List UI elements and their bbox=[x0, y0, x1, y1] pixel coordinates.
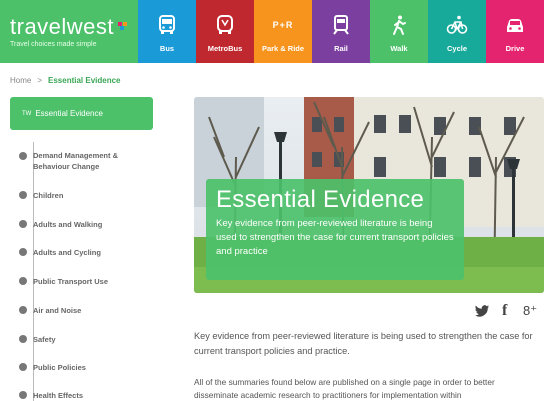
train-icon bbox=[333, 15, 349, 35]
tw-badge: TW bbox=[22, 110, 32, 117]
twitter-icon[interactable] bbox=[474, 303, 490, 319]
bullet-icon bbox=[19, 306, 27, 314]
sidebar-item-label: Health Effects bbox=[33, 391, 84, 400]
nav-label-park-ride: Park & Ride bbox=[261, 44, 305, 53]
breadcrumb-current: Essential Evidence bbox=[48, 76, 121, 85]
hero-subtitle: Key evidence from peer-reviewed literatu… bbox=[216, 218, 454, 257]
nav-cycle[interactable]: Cycle bbox=[428, 0, 486, 63]
walk-icon bbox=[393, 15, 406, 35]
nav-label-walk: Walk bbox=[390, 44, 408, 53]
bullet-icon bbox=[19, 220, 27, 228]
brand-mark-icon bbox=[118, 22, 127, 30]
site-header: travelwest Travel choices made simple Bu… bbox=[0, 0, 544, 63]
nav-rail[interactable]: Rail bbox=[312, 0, 370, 63]
bullet-icon bbox=[19, 248, 27, 256]
nav-metrobus[interactable]: MetroBus bbox=[196, 0, 254, 63]
sidebar-item-label: Adults and Cycling bbox=[33, 248, 101, 257]
nav-label-bus: Bus bbox=[159, 44, 175, 53]
nav-walk[interactable]: Walk bbox=[370, 0, 428, 63]
sidebar-active-label: Essential Evidence bbox=[35, 109, 103, 118]
hero-banner: Essential Evidence Key evidence from pee… bbox=[194, 97, 544, 293]
nav-park-ride[interactable]: P+R Park & Ride bbox=[254, 0, 312, 63]
breadcrumb-separator: > bbox=[37, 76, 43, 85]
hero-overlay: Essential Evidence Key evidence from pee… bbox=[206, 179, 464, 280]
bullet-icon bbox=[19, 335, 27, 343]
transport-nav: Bus MetroBus P+R Park & Ride Rail Walk C… bbox=[138, 0, 544, 63]
breadcrumb-home-link[interactable]: Home bbox=[10, 76, 31, 85]
sidebar-item-label: Demand Management & Behaviour Change bbox=[33, 151, 119, 171]
sidebar-item-label: Safety bbox=[33, 335, 56, 344]
nav-drive[interactable]: Drive bbox=[486, 0, 544, 63]
intro-paragraph: Key evidence from peer-reviewed literatu… bbox=[194, 331, 533, 356]
nav-label-drive: Drive bbox=[505, 44, 525, 53]
sidebar-active-item[interactable]: TW Essential Evidence bbox=[10, 97, 153, 130]
sidebar-item-label: Air and Noise bbox=[33, 306, 82, 315]
bicycle-icon bbox=[446, 15, 468, 34]
bus-icon bbox=[159, 15, 175, 34]
metrobus-icon bbox=[217, 15, 233, 34]
breadcrumb: Home > Essential Evidence bbox=[10, 76, 121, 85]
brand-tagline: Travel choices made simple bbox=[10, 41, 97, 48]
nav-label-cycle: Cycle bbox=[446, 44, 467, 53]
park-ride-icon: P+R bbox=[272, 20, 294, 30]
bullet-icon bbox=[19, 152, 27, 160]
sidebar-item-label: Public Transport Use bbox=[33, 277, 109, 286]
nav-label-rail: Rail bbox=[334, 44, 348, 53]
bullet-icon bbox=[19, 277, 27, 285]
sidebar-item-label: Public Policies bbox=[33, 363, 86, 372]
nav-label-metrobus: MetroBus bbox=[207, 44, 243, 53]
sidebar-item-label: Adults and Walking bbox=[33, 220, 103, 229]
brand-logo[interactable]: travelwest Travel choices made simple bbox=[0, 0, 138, 63]
hero-title: Essential Evidence bbox=[216, 186, 425, 213]
bullet-icon bbox=[19, 363, 27, 371]
bullet-icon bbox=[19, 391, 27, 399]
summary-paragraph: All of the summaries found below are pub… bbox=[194, 377, 495, 400]
facebook-icon[interactable]: f bbox=[502, 303, 507, 319]
sidebar-item-label: Children bbox=[33, 191, 64, 200]
googleplus-icon[interactable]: 8⁺ bbox=[523, 303, 537, 319]
bullet-icon bbox=[19, 191, 27, 199]
nav-bus[interactable]: Bus bbox=[138, 0, 196, 63]
car-icon bbox=[507, 19, 523, 32]
